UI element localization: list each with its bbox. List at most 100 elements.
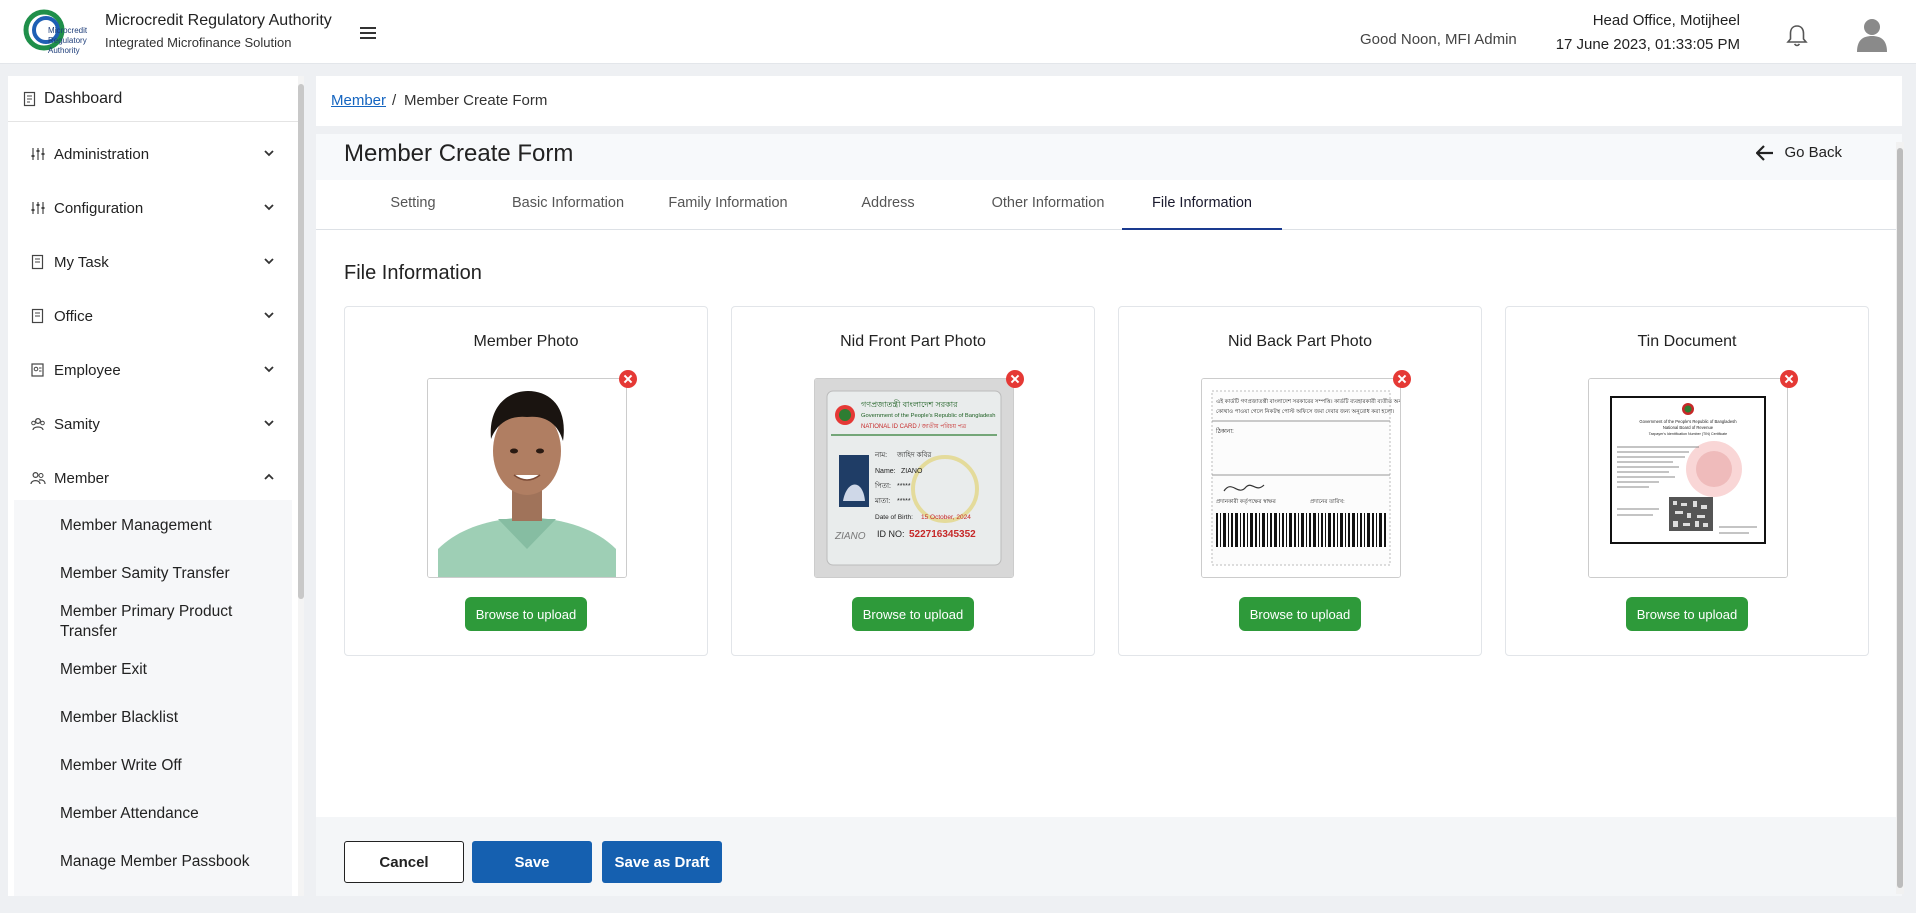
sidebar-item-my-task[interactable]: My Task bbox=[8, 242, 298, 282]
office-name: Head Office, Motijheel bbox=[1592, 12, 1740, 29]
svg-text:ঠিকানা:: ঠিকানা: bbox=[1215, 427, 1234, 435]
chevron-down-icon bbox=[264, 258, 274, 265]
submenu-manage-member-passbook[interactable]: Manage Member Passbook bbox=[60, 852, 290, 872]
chevron-down-icon bbox=[264, 150, 274, 157]
submenu-member-write-off[interactable]: Member Write Off bbox=[60, 756, 290, 776]
breadcrumb-current: Member Create Form bbox=[404, 92, 548, 109]
sliders-icon bbox=[31, 202, 45, 214]
svg-text:ZIANO: ZIANO bbox=[834, 531, 866, 542]
svg-text:*****: ***** bbox=[897, 498, 911, 505]
sidebar-scrollbar-thumb[interactable] bbox=[298, 84, 304, 599]
svg-text:Government of the People's Rep: Government of the People's Republic of B… bbox=[1639, 419, 1737, 424]
remove-nid-back-icon[interactable] bbox=[1393, 370, 1411, 388]
form-header: Member Create Form Go Back bbox=[316, 134, 1902, 180]
sidebar-item-configuration[interactable]: Configuration bbox=[8, 188, 298, 228]
svg-text:Name:: Name: bbox=[875, 468, 896, 475]
tab-other-information[interactable]: Other Information bbox=[968, 186, 1128, 230]
sidebar-item-label: Office bbox=[54, 307, 93, 325]
browse-upload-nid-back-button[interactable]: Browse to upload bbox=[1239, 597, 1361, 631]
chevron-down-icon bbox=[264, 204, 274, 211]
submenu-member-attendance[interactable]: Member Attendance bbox=[60, 804, 290, 824]
browse-upload-nid-front-button[interactable]: Browse to upload bbox=[852, 597, 974, 631]
submenu-member-primary-product-transfer[interactable]: Member Primary Product Transfer bbox=[60, 602, 290, 642]
sidebar: Dashboard Administration Configuration M… bbox=[8, 76, 304, 896]
breadcrumb-member-link[interactable]: Member bbox=[331, 92, 386, 109]
page-title: Member Create Form bbox=[344, 140, 574, 167]
document-icon bbox=[31, 254, 44, 270]
svg-text:পিতা:: পিতা: bbox=[874, 482, 891, 490]
tin-document-preview: Government of the People's Republic of B… bbox=[1588, 378, 1788, 578]
sidebar-item-member[interactable]: Member bbox=[8, 458, 298, 498]
sidebar-item-office[interactable]: Office bbox=[8, 296, 298, 336]
chevron-up-icon bbox=[264, 473, 274, 480]
sidebar-item-label: Member bbox=[54, 469, 110, 487]
sidebar-item-label: My Task bbox=[54, 253, 109, 271]
browse-upload-tin-document-button[interactable]: Browse to upload bbox=[1626, 597, 1748, 631]
arrow-left-icon bbox=[1756, 144, 1774, 161]
svg-text:Regulatory: Regulatory bbox=[48, 36, 87, 45]
users-icon bbox=[30, 471, 46, 485]
file-card-nid-back: Nid Back Part Photo এই কার্ডটি গণপ্রজাতন… bbox=[1118, 306, 1482, 656]
tab-file-information[interactable]: File Information bbox=[1122, 186, 1282, 230]
sidebar-item-employee[interactable]: Employee bbox=[8, 350, 298, 390]
browse-upload-member-photo-button[interactable]: Browse to upload bbox=[465, 597, 587, 631]
nid-front-preview: গণপ্রজাতন্ত্রী বাংলাদেশ সরকার Government… bbox=[814, 378, 1014, 578]
tab-setting[interactable]: Setting bbox=[338, 186, 488, 230]
svg-text:ID NO:: ID NO: bbox=[877, 529, 905, 539]
document-icon bbox=[23, 91, 36, 106]
svg-text:Authority: Authority bbox=[48, 46, 80, 55]
form-tabs: Setting Basic Information Family Informa… bbox=[316, 186, 1902, 230]
id-card-icon bbox=[31, 363, 44, 377]
main-scrollbar-thumb[interactable] bbox=[1897, 148, 1903, 888]
sidebar-item-label: Administration bbox=[54, 145, 150, 163]
document-icon bbox=[31, 308, 44, 324]
member-photo-preview bbox=[427, 378, 627, 578]
mra-logo: Microcredit Regulatory Authority bbox=[23, 9, 88, 55]
remove-tin-document-icon[interactable] bbox=[1780, 370, 1798, 388]
file-card-nid-front: Nid Front Part Photo গণপ্রজাতন্ত্রী বাংল… bbox=[731, 306, 1095, 656]
cancel-button[interactable]: Cancel bbox=[344, 841, 464, 883]
sidebar-item-label: Configuration bbox=[54, 199, 144, 217]
svg-text:Government of the People's Rep: Government of the People's Republic of B… bbox=[861, 413, 996, 419]
svg-text:NATIONAL ID CARD / জাতীয় পরিচ: NATIONAL ID CARD / জাতীয় পরিচয় পত্র bbox=[861, 422, 967, 430]
member-submenu: Member Management Member Samity Transfer… bbox=[14, 500, 292, 896]
svg-text:15 October, 2024: 15 October, 2024 bbox=[921, 514, 971, 521]
breadcrumb-separator: / bbox=[392, 92, 397, 109]
brand-subtitle: Integrated Microfinance Solution bbox=[105, 35, 292, 50]
form-footer: Cancel Save Save as Draft bbox=[316, 817, 1902, 896]
file-card-member-photo: Member Photo Browse to upload bbox=[344, 306, 708, 656]
user-greeting: Good Noon, MFI Admin bbox=[1360, 31, 1517, 48]
svg-text:গণপ্রজাতন্ত্রী বাংলাদেশ সরকার: গণপ্রজাতন্ত্রী বাংলাদেশ সরকার bbox=[861, 399, 958, 409]
submenu-member-exit[interactable]: Member Exit bbox=[60, 660, 290, 680]
sidebar-item-label: Dashboard bbox=[44, 89, 123, 107]
user-avatar-icon[interactable] bbox=[1855, 16, 1889, 52]
tab-family-information[interactable]: Family Information bbox=[648, 186, 808, 230]
save-as-draft-button[interactable]: Save as Draft bbox=[602, 841, 722, 883]
submenu-member-management[interactable]: Member Management bbox=[60, 516, 290, 536]
svg-text:Microcredit: Microcredit bbox=[48, 26, 88, 35]
svg-text:Taxpayer's Identification Numb: Taxpayer's Identification Number (TIN) C… bbox=[1649, 432, 1727, 436]
sidebar-item-dashboard[interactable]: Dashboard bbox=[8, 76, 298, 122]
tab-basic-information[interactable]: Basic Information bbox=[488, 186, 648, 230]
menu-toggle-icon[interactable] bbox=[360, 27, 376, 39]
svg-text:প্রদানকারী কর্তৃপক্ষের স্বাক্ষ: প্রদানকারী কর্তৃপক্ষের স্বাক্ষর bbox=[1216, 497, 1277, 505]
svg-text:*****: ***** bbox=[897, 483, 911, 490]
go-back-button[interactable]: Go Back bbox=[1756, 144, 1842, 161]
sidebar-item-administration[interactable]: Administration bbox=[8, 134, 298, 174]
tab-address[interactable]: Address bbox=[808, 186, 968, 230]
main-content: Member Create Form Go Back Setting Basic… bbox=[316, 134, 1902, 896]
sidebar-item-samity[interactable]: Samity bbox=[8, 404, 298, 444]
nid-back-preview: এই কার্ডটি গণপ্রজাতন্ত্রী বাংলাদেশ সরকার… bbox=[1201, 378, 1401, 578]
svg-text:এই কার্ডটি গণপ্রজাতন্ত্রী বাংল: এই কার্ডটি গণপ্রজাতন্ত্রী বাংলাদেশ সরকার… bbox=[1216, 397, 1400, 405]
remove-member-photo-icon[interactable] bbox=[619, 370, 637, 388]
svg-text:Date of Birth:: Date of Birth: bbox=[875, 514, 913, 521]
chevron-down-icon bbox=[264, 366, 274, 373]
file-card-tin-document: Tin Document Government of the People's … bbox=[1505, 306, 1869, 656]
submenu-member-blacklist[interactable]: Member Blacklist bbox=[60, 708, 290, 728]
chevron-down-icon bbox=[264, 312, 274, 319]
save-button[interactable]: Save bbox=[472, 841, 592, 883]
submenu-member-samity-transfer[interactable]: Member Samity Transfer bbox=[60, 564, 290, 584]
svg-text:National Board of Revenue: National Board of Revenue bbox=[1663, 425, 1714, 430]
notification-bell-icon[interactable] bbox=[1786, 24, 1808, 48]
remove-nid-front-icon[interactable] bbox=[1006, 370, 1024, 388]
